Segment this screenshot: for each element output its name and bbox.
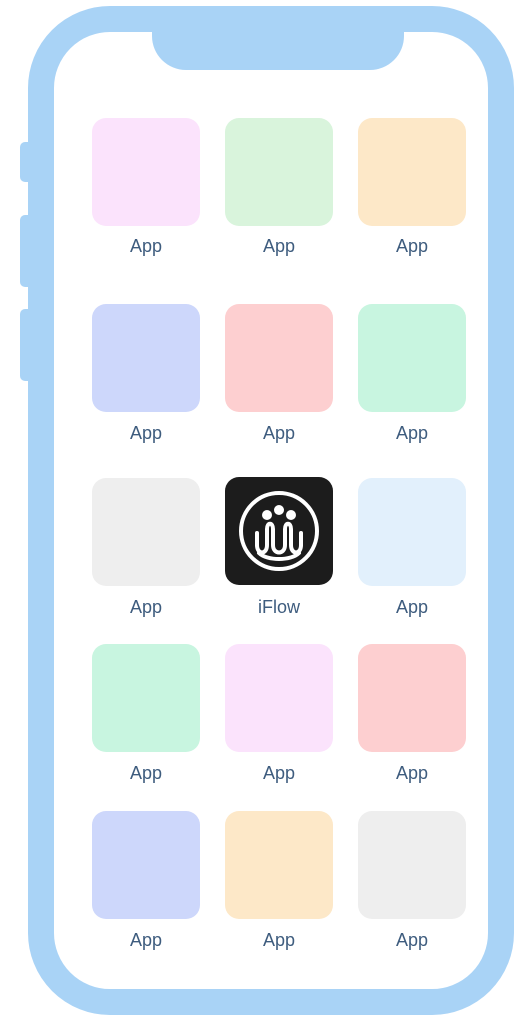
app-tile[interactable]: App [92, 478, 200, 628]
iflow-logo-icon[interactable] [225, 477, 333, 585]
app-tile[interactable]: App [225, 644, 333, 794]
app-tile[interactable]: App [358, 304, 466, 454]
app-label: App [395, 236, 429, 256]
blank-app-icon[interactable] [225, 118, 333, 226]
app-tile[interactable]: App [92, 811, 200, 961]
app-label: App [129, 423, 163, 443]
blank-app-icon[interactable] [92, 304, 200, 412]
app-tile[interactable]: App [225, 811, 333, 961]
iflow-app-tile[interactable]: iFlow [225, 477, 333, 627]
blank-app-icon[interactable] [358, 118, 466, 226]
blank-app-icon[interactable] [92, 644, 200, 752]
blank-app-icon[interactable] [225, 811, 333, 919]
blank-app-icon[interactable] [358, 644, 466, 752]
app-tile[interactable]: App [225, 304, 333, 454]
app-label: App [395, 597, 429, 617]
home-screen-grid: App App App App App App App iFlow App Ap… [0, 0, 518, 1019]
app-label: App [262, 763, 296, 783]
blank-app-icon[interactable] [358, 478, 466, 586]
app-label: App [262, 236, 296, 256]
app-label: App [395, 423, 429, 443]
app-label: App [395, 763, 429, 783]
app-label: App [129, 763, 163, 783]
blank-app-icon[interactable] [92, 478, 200, 586]
app-tile[interactable]: App [225, 118, 333, 268]
app-label: App [129, 236, 163, 256]
blank-app-icon[interactable] [358, 811, 466, 919]
blank-app-icon[interactable] [92, 811, 200, 919]
blank-app-icon[interactable] [225, 304, 333, 412]
app-label: App [395, 930, 429, 950]
blank-app-icon[interactable] [358, 304, 466, 412]
iflow-app-label: iFlow [257, 597, 300, 617]
app-tile[interactable]: App [358, 478, 466, 628]
app-tile[interactable]: App [358, 811, 466, 961]
app-tile[interactable]: App [358, 118, 466, 268]
app-tile[interactable]: App [92, 118, 200, 268]
app-tile[interactable]: App [358, 644, 466, 794]
iflow-logo-graphic [239, 491, 319, 571]
app-tile[interactable]: App [92, 304, 200, 454]
app-label: App [129, 930, 163, 950]
app-label: App [262, 930, 296, 950]
app-label: App [129, 597, 163, 617]
blank-app-icon[interactable] [92, 118, 200, 226]
app-label: App [262, 423, 296, 443]
app-tile[interactable]: App [92, 644, 200, 794]
blank-app-icon[interactable] [225, 644, 333, 752]
